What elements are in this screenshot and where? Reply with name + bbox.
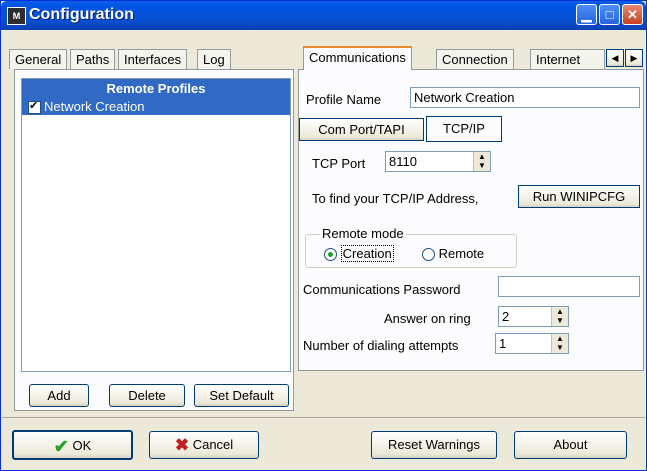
dial-attempts-value: 1 (499, 336, 507, 351)
dial-attempts-spinner[interactable]: ▲ ▼ (551, 334, 568, 353)
profile-name-input[interactable]: Network Creation (410, 87, 640, 108)
run-winipcfg-button[interactable]: Run WINIPCFG (518, 185, 640, 208)
tab-general[interactable]: General (9, 49, 68, 69)
ok-label: OK (72, 438, 92, 453)
tab-paths[interactable]: Paths (70, 49, 116, 69)
spin-down-icon: ▼ (478, 161, 486, 170)
tab-interfaces[interactable]: Interfaces (118, 49, 188, 69)
dial-attempts-input[interactable]: 1 ▲ ▼ (495, 333, 569, 354)
tab-log[interactable]: Log (197, 49, 231, 69)
tcp-port-label: TCP Port (312, 156, 366, 171)
maximize-button[interactable]: □ (599, 4, 620, 25)
find-ip-label: To find your TCP/IP Address, (312, 191, 479, 206)
checkmark-icon: ✔ (53, 436, 69, 457)
cancel-label: Cancel (192, 437, 234, 452)
add-button[interactable]: Add (29, 384, 89, 407)
remote-mode-label: Remote mode (320, 226, 406, 241)
ok-button[interactable]: ✔ OK (12, 430, 133, 460)
spin-up-icon: ▲ (478, 152, 486, 161)
set-default-button[interactable]: Set Default (194, 384, 289, 407)
radio-creation[interactable]: Creation (324, 245, 394, 262)
tab-scroll-left-button[interactable]: ◀ (606, 49, 624, 67)
close-icon: ✕ (627, 7, 638, 22)
tab-internet[interactable]: Internet (530, 49, 605, 69)
answer-ring-spinner[interactable]: ▲ ▼ (551, 307, 568, 326)
comm-password-input[interactable] (498, 276, 640, 297)
cancel-x-icon: ✖ (174, 435, 190, 455)
checkbox-icon[interactable] (28, 98, 41, 114)
tcp-port-value: 8110 (389, 154, 417, 169)
delete-button[interactable]: Delete (109, 384, 185, 407)
spin-up-icon: ▲ (556, 307, 564, 316)
minimize-button[interactable]: ▁ (576, 4, 597, 25)
title-bar[interactable]: M Configuration ▁ □ ✕ (1, 1, 646, 30)
radio-selected-icon (324, 248, 337, 262)
radio-remote-label: Remote (438, 246, 485, 261)
remote-profiles-list[interactable]: Remote Profiles Network Creation (21, 78, 291, 372)
app-icon: M (7, 7, 26, 25)
answer-ring-label: Answer on ring (384, 311, 471, 326)
radio-remote[interactable]: Remote (422, 246, 485, 262)
tab-communications[interactable]: Communications (303, 46, 412, 70)
subtab-tcp-ip[interactable]: TCP/IP (426, 116, 502, 142)
profile-name-label: Profile Name (306, 92, 382, 107)
configuration-window: M Configuration ▁ □ ✕ General Paths Inte… (0, 0, 647, 471)
communications-panel (298, 69, 644, 371)
reset-warnings-button[interactable]: Reset Warnings (371, 431, 497, 459)
footer-divider (2, 417, 645, 418)
minimize-icon: ▁ (581, 7, 592, 22)
radio-creation-label: Creation (340, 245, 394, 262)
answer-ring-input[interactable]: 2 ▲ ▼ (498, 306, 569, 327)
tcp-port-input[interactable]: 8110 ▲ ▼ (385, 151, 491, 172)
list-item-label: Network Creation (44, 99, 145, 114)
cancel-button[interactable]: ✖ Cancel (149, 431, 259, 459)
list-header: Remote Profiles (22, 79, 290, 99)
list-item[interactable]: Network Creation (22, 98, 290, 115)
radio-unselected-icon (422, 248, 435, 262)
close-button[interactable]: ✕ (622, 4, 643, 25)
comm-password-label: Communications Password (303, 282, 461, 297)
spin-down-icon: ▼ (556, 316, 564, 325)
tab-connection[interactable]: Connection (436, 49, 514, 69)
answer-ring-value: 2 (502, 309, 510, 324)
maximize-icon: □ (605, 7, 614, 22)
dial-attempts-label: Number of dialing attempts (303, 338, 459, 353)
spin-down-icon: ▼ (556, 343, 564, 352)
about-button[interactable]: About (514, 431, 627, 459)
remote-mode-group: Remote mode Creation Remote (305, 226, 517, 268)
window-title: Configuration (29, 6, 134, 23)
subtab-com-port-tapi[interactable]: Com Port/TAPI (299, 118, 424, 141)
tab-scroll-right-button[interactable]: ▶ (625, 49, 643, 67)
spin-up-icon: ▲ (556, 334, 564, 343)
tcp-port-spinner[interactable]: ▲ ▼ (473, 152, 490, 171)
